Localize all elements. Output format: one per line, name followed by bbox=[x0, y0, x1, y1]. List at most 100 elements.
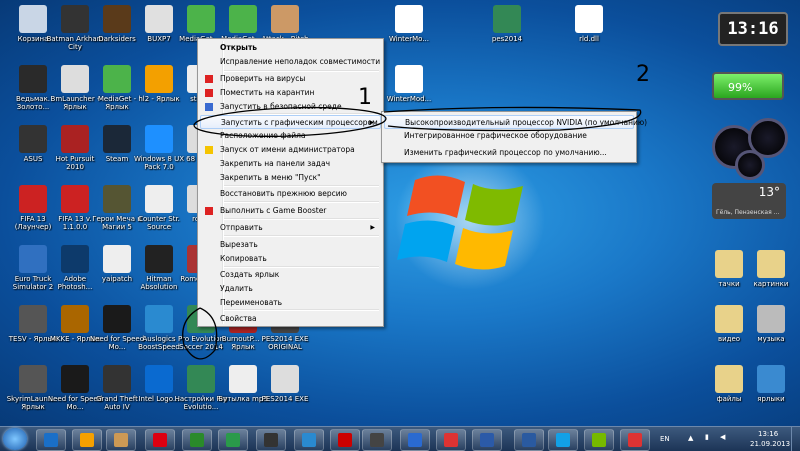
taskbar-app-button[interactable] bbox=[620, 429, 650, 451]
menu-item-icon bbox=[205, 207, 213, 215]
menu-item-label: Переименовать bbox=[220, 298, 283, 307]
context-menu-item[interactable]: Отправить ▶ bbox=[200, 221, 381, 235]
taskbar-time[interactable]: 13:16 bbox=[758, 430, 778, 438]
network-icon[interactable]: ▮ bbox=[705, 433, 709, 441]
taskbar-app-button[interactable] bbox=[400, 429, 430, 451]
weather-city: Гёль, Пензенская ... bbox=[716, 209, 780, 216]
context-menu-item[interactable]: Вырезать bbox=[200, 238, 381, 252]
app-icon bbox=[395, 5, 423, 33]
show-desktop-button[interactable] bbox=[791, 427, 800, 451]
desktop-icon-label: rld.dll bbox=[579, 35, 599, 43]
taskbar: EN ▲ ▮ ◀ 13:16 21.09.2013 bbox=[0, 426, 800, 451]
menu-item-label: Выполнить с Game Booster bbox=[220, 206, 327, 215]
app-icon bbox=[757, 250, 785, 278]
app-icon bbox=[715, 365, 743, 393]
desktop-icon[interactable]: PES2014 EXE bbox=[256, 365, 314, 403]
app-icon bbox=[302, 433, 316, 447]
context-menu-item[interactable]: Расположение файла bbox=[200, 129, 381, 143]
app-icon bbox=[19, 305, 47, 333]
app-icon bbox=[61, 245, 89, 273]
clock-gadget[interactable]: 13:16 bbox=[718, 12, 788, 46]
taskbar-app-button[interactable] bbox=[362, 429, 392, 451]
menu-item-label: Проверить на вирусы bbox=[220, 74, 306, 83]
weather-temperature: 13° bbox=[758, 185, 780, 199]
app-icon bbox=[757, 365, 785, 393]
app-icon bbox=[61, 185, 89, 213]
app-icon bbox=[271, 5, 299, 33]
weather-gadget[interactable]: 13° Гёль, Пензенская ... bbox=[712, 183, 786, 219]
windows-logo-wallpaper bbox=[395, 150, 545, 290]
app-icon bbox=[145, 365, 173, 393]
gpu-submenu-item[interactable]: Изменить графический процессор по умолча… bbox=[384, 146, 634, 160]
taskbar-app-button[interactable] bbox=[106, 429, 136, 451]
taskbar-app-button[interactable] bbox=[182, 429, 212, 451]
menu-item-icon bbox=[205, 89, 213, 97]
context-menu-item[interactable]: Поместить на карантин bbox=[200, 86, 381, 100]
context-menu-item[interactable]: Открыть bbox=[200, 41, 381, 55]
taskbar-app-button[interactable] bbox=[256, 429, 286, 451]
start-button[interactable] bbox=[3, 428, 27, 450]
app-icon bbox=[61, 305, 89, 333]
tray-up-arrow-icon[interactable]: ▲ bbox=[688, 434, 693, 442]
desktop-icon-label: PES2014 EXE ORIGINAL bbox=[261, 335, 309, 351]
app-icon bbox=[480, 433, 494, 447]
context-menu-item[interactable]: Копировать bbox=[200, 252, 381, 266]
taskbar-app-button[interactable] bbox=[472, 429, 502, 451]
taskbar-app-button[interactable] bbox=[294, 429, 324, 451]
app-icon bbox=[103, 305, 131, 333]
taskbar-app-button[interactable] bbox=[436, 429, 466, 451]
desktop-icon[interactable]: rld.dll bbox=[560, 5, 618, 43]
context-menu-item[interactable]: Исправление неполадок совместимости bbox=[200, 55, 381, 69]
context-menu-item[interactable]: Закрепить в меню "Пуск" bbox=[200, 171, 381, 185]
desktop-icon[interactable]: pes2014 bbox=[478, 5, 536, 43]
context-menu-item[interactable]: Удалить bbox=[200, 282, 381, 296]
context-menu-item[interactable]: Запустить с графическим процессором ▶ bbox=[200, 115, 381, 129]
gpu-submenu-item[interactable]: Высокопроизводительный процессор NVIDIA … bbox=[384, 115, 647, 129]
taskbar-date[interactable]: 21.09.2013 bbox=[750, 440, 790, 448]
taskbar-app-button[interactable] bbox=[548, 429, 578, 451]
menu-item-label: Запустить в безопасной среде bbox=[220, 102, 342, 111]
context-menu-item[interactable]: Запуск от имени администратора bbox=[200, 143, 381, 157]
volume-icon[interactable]: ◀ bbox=[720, 433, 725, 441]
taskbar-app-button[interactable] bbox=[514, 429, 544, 451]
app-icon bbox=[338, 433, 352, 447]
menu-item-label: Отправить bbox=[220, 223, 263, 232]
menu-item-label: Свойства bbox=[220, 314, 257, 323]
desktop-icon[interactable]: картинки bbox=[742, 250, 800, 288]
context-menu-item[interactable]: Переименовать bbox=[200, 296, 381, 310]
menu-item-label: Запустить с графическим процессором bbox=[221, 118, 378, 127]
app-icon bbox=[19, 125, 47, 153]
taskbar-app-button[interactable] bbox=[72, 429, 102, 451]
desktop-icon[interactable]: WinterMod... bbox=[380, 65, 438, 103]
desktop-icon-label: ярлыки bbox=[757, 395, 785, 403]
app-icon bbox=[226, 433, 240, 447]
gpu-submenu-item[interactable]: Интегрированное графическое оборудование bbox=[384, 129, 634, 143]
desktop-icon[interactable]: ярлыки bbox=[742, 365, 800, 403]
taskbar-app-button[interactable] bbox=[330, 429, 360, 451]
desktop-icon-label: WinterMo... bbox=[389, 35, 429, 43]
context-menu-item[interactable]: Проверить на вирусы bbox=[200, 72, 381, 86]
context-menu-item[interactable]: Выполнить с Game Booster bbox=[200, 204, 381, 218]
taskbar-app-button[interactable] bbox=[218, 429, 248, 451]
app-icon bbox=[103, 125, 131, 153]
menu-separator bbox=[224, 218, 379, 220]
context-menu-item[interactable]: Запустить в безопасной среде bbox=[200, 100, 381, 114]
desktop-icon[interactable]: музыка bbox=[742, 305, 800, 343]
context-menu-item[interactable]: Создать ярлык bbox=[200, 268, 381, 282]
desktop-icon-label: PES2014 EXE bbox=[261, 395, 309, 403]
context-menu-item[interactable]: Восстановить прежнюю версию bbox=[200, 187, 381, 201]
language-indicator[interactable]: EN bbox=[660, 435, 670, 443]
app-icon bbox=[229, 5, 257, 33]
desktop-icon-label: WinterMod... bbox=[386, 95, 432, 103]
taskbar-app-button[interactable] bbox=[584, 429, 614, 451]
menu-item-label: Открыть bbox=[220, 43, 258, 52]
app-icon bbox=[61, 365, 89, 393]
desktop-icon[interactable]: WinterMo... bbox=[380, 5, 438, 43]
taskbar-app-button[interactable] bbox=[36, 429, 66, 451]
app-icon bbox=[271, 365, 299, 393]
context-menu-item[interactable]: Закрепить на панели задач bbox=[200, 157, 381, 171]
battery-gadget[interactable]: 99% bbox=[712, 72, 784, 100]
context-menu-item[interactable]: Свойства bbox=[200, 312, 381, 326]
menu-item-label: Вырезать bbox=[220, 240, 258, 249]
taskbar-app-button[interactable] bbox=[145, 429, 175, 451]
